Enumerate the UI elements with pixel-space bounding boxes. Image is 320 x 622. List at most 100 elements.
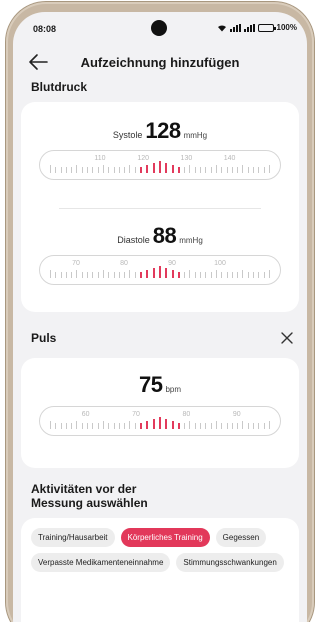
pulse-ruler[interactable]: 60 70 80 90 — [39, 406, 281, 436]
ruler-tick — [76, 270, 78, 278]
front-camera — [151, 20, 167, 36]
ruler-tick — [215, 421, 217, 429]
ruler-tick — [152, 163, 155, 173]
ruler-tick — [65, 272, 67, 278]
ruler-tick — [158, 266, 161, 278]
activity-chips: Training/Hausarbeit Körperliches Trainin… — [21, 518, 299, 582]
ruler-tick — [226, 167, 228, 173]
ruler-tick — [134, 423, 136, 429]
ruler-tick — [124, 272, 126, 278]
ruler-tick — [129, 165, 131, 173]
ruler-tick — [165, 163, 168, 173]
back-arrow-icon[interactable] — [27, 52, 49, 72]
battery-level: 100% — [276, 23, 297, 32]
ruler-tick — [87, 272, 89, 278]
ruler-tick — [124, 167, 126, 173]
activities-title: Aktivitäten vor der Messung auswählen — [31, 482, 148, 510]
ruler-tick — [226, 272, 228, 278]
ruler-tick — [200, 272, 202, 278]
ruler-ticks — [50, 266, 270, 278]
ruler-tick — [215, 165, 217, 173]
ruler-tick — [200, 167, 202, 173]
ruler-tick — [118, 167, 120, 173]
diastole-value: 88 — [152, 223, 177, 248]
ruler-tick — [152, 268, 155, 278]
ruler-tick — [258, 167, 260, 173]
ruler-tick — [177, 272, 180, 278]
diastole-label: Diastole — [117, 235, 150, 245]
ruler-tick — [87, 167, 89, 173]
ruler-tick — [102, 165, 104, 173]
ruler-tick — [55, 167, 57, 173]
ruler-tick — [55, 272, 57, 278]
ruler-tick — [177, 167, 180, 173]
divider — [59, 208, 261, 209]
ruler-tick — [102, 421, 104, 429]
battery-icon — [257, 23, 276, 32]
ruler-tick — [200, 423, 202, 429]
ruler-tick — [134, 272, 136, 278]
ruler-tick — [171, 165, 174, 173]
ruler-tick — [177, 423, 180, 429]
ruler-tick — [194, 167, 196, 173]
ruler-tick — [92, 167, 94, 173]
systole-ruler[interactable]: 110 120 130 140 — [39, 150, 281, 180]
ruler-tick — [102, 270, 104, 278]
ruler-tick — [50, 421, 51, 429]
ruler-tick — [268, 421, 270, 429]
ruler-tick — [81, 272, 83, 278]
ruler-tick — [205, 423, 207, 429]
ruler-tick — [247, 423, 249, 429]
ruler-tick — [247, 167, 249, 173]
ruler-tick — [60, 423, 62, 429]
activity-chip[interactable]: Training/Hausarbeit — [31, 528, 115, 547]
blood-pressure-card: Systole 128 mmHg 110 120 130 140 Diastol… — [21, 102, 299, 312]
ruler-tick — [108, 167, 110, 173]
systole-value: 128 — [145, 118, 181, 143]
ruler-tick — [60, 272, 62, 278]
ruler-tick — [65, 167, 67, 173]
pulse-header: Puls — [13, 324, 307, 352]
activity-chip-selected[interactable]: Körperliches Training — [120, 528, 210, 547]
ruler-tick — [76, 165, 78, 173]
signal-icon — [229, 23, 241, 32]
diastole-unit: mmHg — [179, 236, 203, 245]
ruler-tick — [189, 165, 191, 173]
ruler-tick — [118, 272, 120, 278]
ruler-tick — [184, 272, 186, 278]
close-icon[interactable] — [279, 330, 295, 346]
ruler-tick — [268, 165, 270, 173]
ruler-tick — [189, 270, 191, 278]
ruler-tick — [118, 423, 120, 429]
ruler-tick — [210, 272, 212, 278]
ruler-tick — [97, 423, 99, 429]
ruler-tick — [50, 165, 51, 173]
ruler-tick — [81, 423, 83, 429]
ruler-tick — [231, 272, 233, 278]
ruler-tick — [263, 272, 265, 278]
activity-chip[interactable]: Verpasste Medikamenteneinnahme — [31, 553, 171, 572]
ruler-tick — [258, 423, 260, 429]
ruler-tick — [221, 167, 223, 173]
activity-chip[interactable]: Gegessen — [215, 528, 267, 547]
ruler-tick — [140, 167, 143, 173]
activity-chip[interactable]: Stimmungsschwankungen — [176, 553, 284, 572]
ruler-tick — [189, 421, 191, 429]
ruler-tick — [221, 272, 223, 278]
ruler-tick — [134, 167, 136, 173]
ruler-ticks — [50, 161, 270, 173]
diastole-ruler[interactable]: 70 80 90 100 — [39, 255, 281, 285]
ruler-tick — [97, 272, 99, 278]
ruler-tick — [60, 167, 62, 173]
ruler-tick — [237, 423, 239, 429]
ruler-tick — [242, 165, 244, 173]
ruler-tick — [210, 167, 212, 173]
ruler-tick — [171, 421, 174, 429]
ruler-tick — [152, 419, 155, 429]
ruler-tick — [108, 423, 110, 429]
ruler-tick — [97, 167, 99, 173]
ruler-tick — [258, 272, 260, 278]
status-time: 08:08 — [33, 24, 57, 34]
ruler-tick — [226, 423, 228, 429]
screen: 08:08 100% Aufzeichnung hinzufügen Blutd… — [13, 12, 307, 622]
